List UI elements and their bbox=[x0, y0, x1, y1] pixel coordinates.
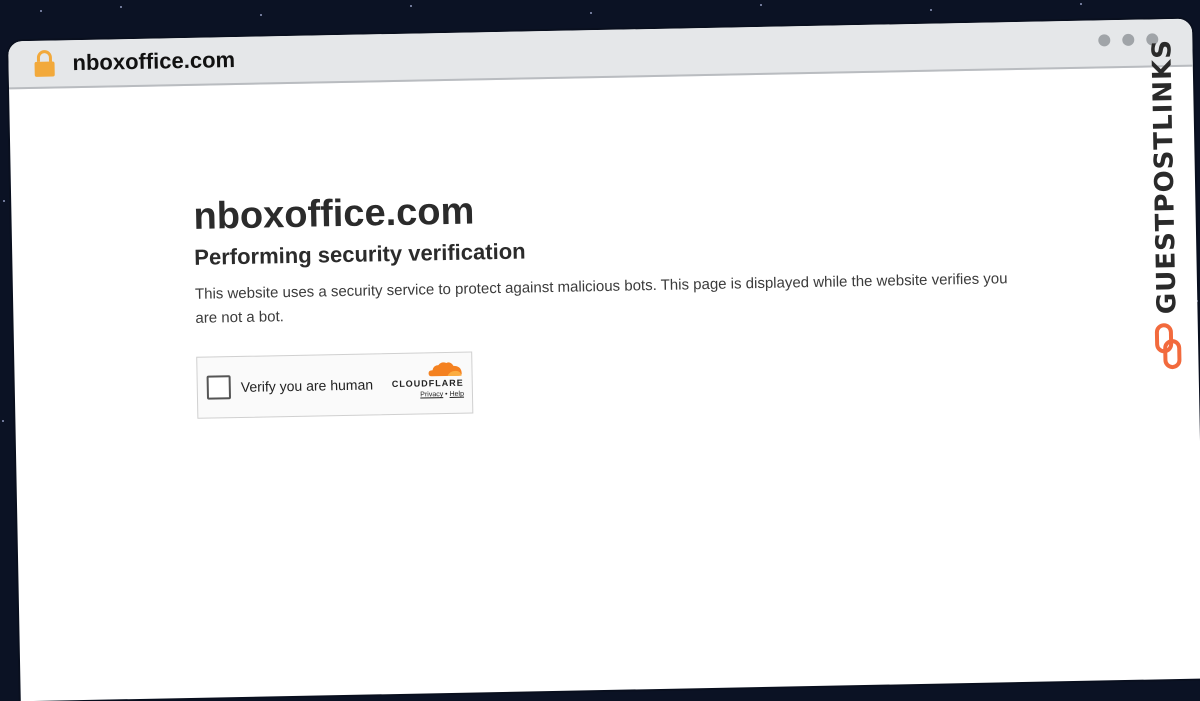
cloudflare-links: Privacy • Help bbox=[392, 391, 464, 399]
link-separator: • bbox=[445, 390, 448, 399]
verify-checkbox[interactable] bbox=[206, 375, 232, 400]
cloudflare-branding: CLOUDFLARE Privacy • Help bbox=[391, 361, 464, 399]
site-title: nboxoffice.com bbox=[193, 190, 475, 238]
browser-address-bar: nboxoffice.com bbox=[8, 18, 1193, 90]
verify-label: Verify you are human bbox=[240, 376, 374, 395]
turnstile-widget: Verify you are human CLOUDFLARE Privacy … bbox=[196, 351, 474, 419]
chain-link-icon bbox=[1154, 323, 1182, 370]
help-link[interactable]: Help bbox=[449, 391, 464, 398]
browser-window: nboxoffice.com nboxoffice.com Performing… bbox=[8, 18, 1200, 701]
window-dot-1[interactable] bbox=[1098, 34, 1111, 47]
url-text[interactable]: nboxoffice.com bbox=[72, 47, 235, 76]
lock-icon bbox=[34, 50, 55, 77]
cloudflare-cloud-icon bbox=[428, 362, 462, 377]
window-dot-2[interactable] bbox=[1122, 33, 1135, 46]
privacy-link[interactable]: Privacy bbox=[420, 391, 443, 398]
brand-text: GUESTPOSTLINKS bbox=[1147, 38, 1183, 315]
cloudflare-wordmark: CLOUDFLARE bbox=[391, 377, 464, 390]
page-content: nboxoffice.com Performing security verif… bbox=[193, 180, 1027, 419]
verification-description: This website uses a security service to … bbox=[194, 270, 1008, 327]
guestpostlinks-watermark: GUESTPOSTLINKS bbox=[1143, 38, 1189, 375]
